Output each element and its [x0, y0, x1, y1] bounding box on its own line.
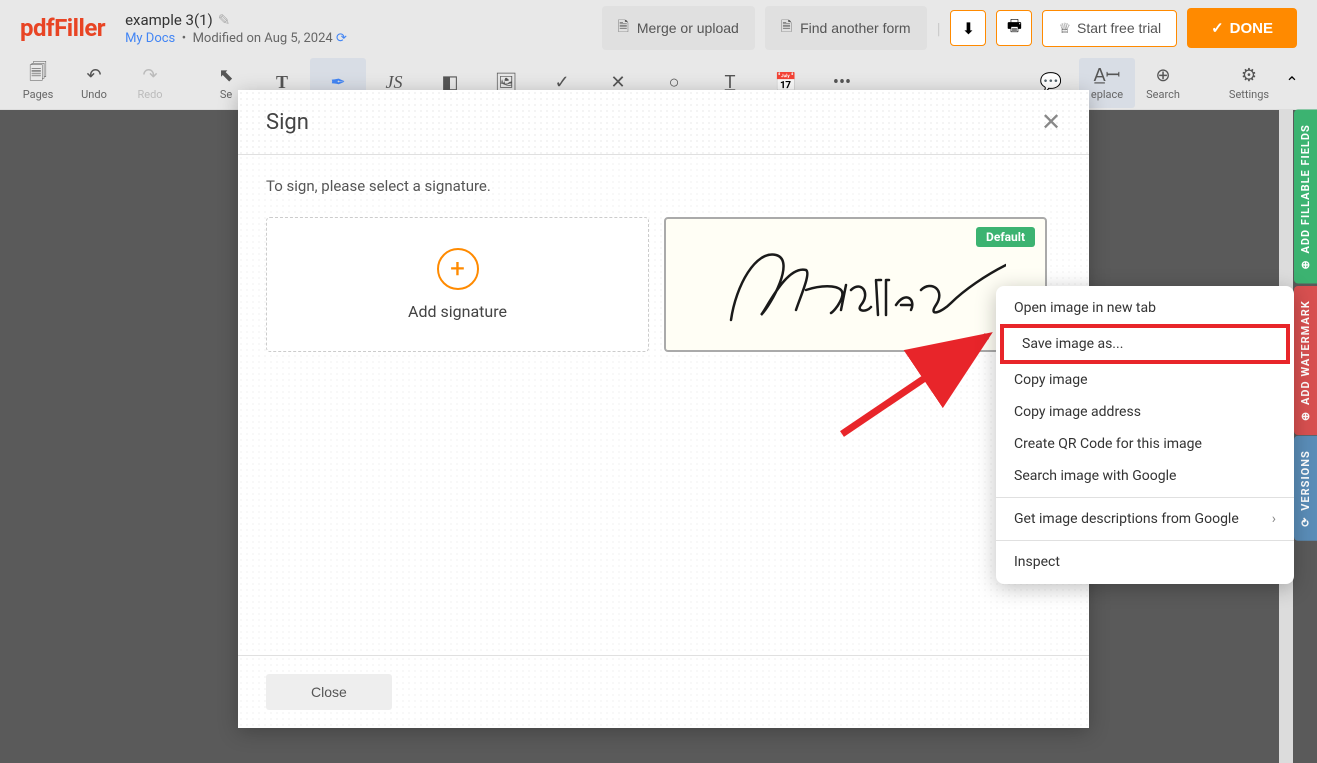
- replace-label: eplace: [1091, 88, 1123, 101]
- doc-title-row: example 3(1) ✎: [125, 11, 347, 29]
- doc-info: example 3(1) ✎ My Docs • Modified on Aug…: [125, 11, 347, 46]
- logo: pdfFiller: [20, 14, 105, 42]
- collapse-toolbar[interactable]: ⌃: [1277, 68, 1307, 98]
- redo-label: Redo: [137, 88, 162, 101]
- undo-label: Undo: [81, 88, 107, 101]
- history-icon[interactable]: ⟳: [336, 31, 347, 46]
- replace-icon: A̲ꟷ: [1094, 64, 1121, 86]
- download-button[interactable]: ⬇: [950, 10, 986, 46]
- side-tabs: ⊕ ADD FILLABLE FIELDS ⊕ ADD WATERMARK ⟳ …: [1294, 110, 1317, 541]
- my-docs-link[interactable]: My Docs: [125, 31, 175, 46]
- close-icon: ✕: [1041, 108, 1061, 136]
- fields-tab-label: ADD FILLABLE FIELDS: [1299, 124, 1312, 253]
- versions-tab[interactable]: ⟳ VERSIONS: [1294, 436, 1317, 541]
- chevron-up-icon: ⌃: [1285, 73, 1298, 92]
- print-icon: 🖶: [1007, 15, 1022, 42]
- gear-icon: ⚙: [1241, 64, 1257, 86]
- modal-header: Sign ✕: [238, 90, 1089, 155]
- plus-icon: ⊕: [1299, 259, 1312, 269]
- sign-modal: Sign ✕ To sign, please select a signatur…: [238, 90, 1089, 728]
- plus-icon: ⊕: [1299, 410, 1312, 420]
- search-tool[interactable]: ⊕ Search: [1135, 58, 1191, 108]
- ctx-separator: [996, 540, 1294, 541]
- modal-footer: Close: [238, 655, 1089, 728]
- pages-label: Pages: [23, 88, 54, 101]
- document-icon: 🗎: [781, 16, 792, 40]
- cursor-icon: ⬉: [218, 64, 233, 86]
- modal-body: To sign, please select a signature. + Ad…: [238, 155, 1089, 655]
- download-icon: ⬇: [962, 19, 975, 38]
- add-icon: +: [437, 248, 479, 290]
- modified-date: Modified on Aug 5, 2024: [193, 31, 333, 46]
- edit-icon[interactable]: ✎: [218, 11, 231, 29]
- modal-prompt: To sign, please select a signature.: [266, 177, 1061, 195]
- clock-icon: ⟳: [1299, 517, 1312, 527]
- add-fillable-fields-tab[interactable]: ⊕ ADD FILLABLE FIELDS: [1294, 110, 1317, 284]
- trial-label: Start free trial: [1077, 20, 1161, 36]
- redo-icon: ↷: [142, 64, 157, 86]
- ctx-qr-code[interactable]: Create QR Code for this image: [996, 428, 1294, 460]
- doc-title: example 3(1): [125, 11, 213, 29]
- ctx-separator: [996, 497, 1294, 498]
- ctx-inspect[interactable]: Inspect: [996, 546, 1294, 578]
- document-icon: 🗎: [618, 16, 629, 40]
- signature-svg: [706, 235, 1006, 335]
- redo-tool[interactable]: ↷ Redo: [122, 58, 178, 108]
- ctx-copy-address[interactable]: Copy image address: [996, 396, 1294, 428]
- ctx-image-descriptions[interactable]: Get image descriptions from Google ›: [996, 503, 1294, 535]
- undo-icon: ↶: [86, 64, 101, 86]
- add-signature-card[interactable]: + Add signature: [266, 217, 649, 352]
- ctx-search-google[interactable]: Search image with Google: [996, 460, 1294, 492]
- modal-close-button[interactable]: ✕: [1041, 108, 1061, 136]
- default-badge: Default: [976, 227, 1035, 247]
- signature-preview[interactable]: Default ✎: [664, 217, 1047, 352]
- add-signature-label: Add signature: [408, 302, 507, 321]
- settings-tool[interactable]: ⚙ Settings: [1221, 58, 1277, 108]
- find-label: Find another form: [800, 20, 911, 36]
- select-label: Se: [220, 88, 232, 101]
- crown-icon: ♕: [1058, 20, 1071, 37]
- add-watermark-tab[interactable]: ⊕ ADD WATERMARK: [1294, 286, 1317, 435]
- ctx-open-new-tab[interactable]: Open image in new tab: [996, 292, 1294, 324]
- signature-row: + Add signature Default ✎: [266, 217, 1061, 352]
- settings-label: Settings: [1229, 88, 1269, 101]
- close-button[interactable]: Close: [266, 674, 392, 710]
- watermark-tab-label: ADD WATERMARK: [1299, 300, 1312, 405]
- merge-upload-button[interactable]: 🗎 Merge or upload: [602, 6, 755, 50]
- versions-tab-label: VERSIONS: [1299, 450, 1312, 511]
- ctx-desc-label: Get image descriptions from Google: [1014, 511, 1239, 527]
- check-icon: ✓: [1211, 19, 1224, 37]
- done-label: DONE: [1230, 20, 1273, 37]
- search-icon: ⊕: [1155, 64, 1170, 86]
- doc-meta: My Docs • Modified on Aug 5, 2024 ⟳: [125, 31, 347, 46]
- start-trial-button[interactable]: ♕ Start free trial: [1042, 10, 1177, 47]
- merge-label: Merge or upload: [637, 20, 739, 36]
- pages-icon: 🗐: [29, 64, 47, 86]
- modal-title: Sign: [266, 110, 309, 135]
- pages-tool[interactable]: 🗐 Pages: [10, 58, 66, 108]
- chevron-right-icon: ›: [1272, 511, 1276, 527]
- app-header: pdfFiller example 3(1) ✎ My Docs • Modif…: [0, 0, 1317, 56]
- header-buttons: 🗎 Merge or upload 🗎 Find another form | …: [602, 6, 1297, 50]
- ctx-save-image-as[interactable]: Save image as...: [1000, 324, 1290, 364]
- find-form-button[interactable]: 🗎 Find another form: [765, 6, 927, 50]
- done-button[interactable]: ✓ DONE: [1187, 8, 1297, 48]
- ctx-copy-image[interactable]: Copy image: [996, 364, 1294, 396]
- search-label: Search: [1146, 88, 1180, 101]
- context-menu: Open image in new tab Save image as... C…: [996, 286, 1294, 584]
- undo-tool[interactable]: ↶ Undo: [66, 58, 122, 108]
- print-button[interactable]: 🖶: [996, 10, 1032, 46]
